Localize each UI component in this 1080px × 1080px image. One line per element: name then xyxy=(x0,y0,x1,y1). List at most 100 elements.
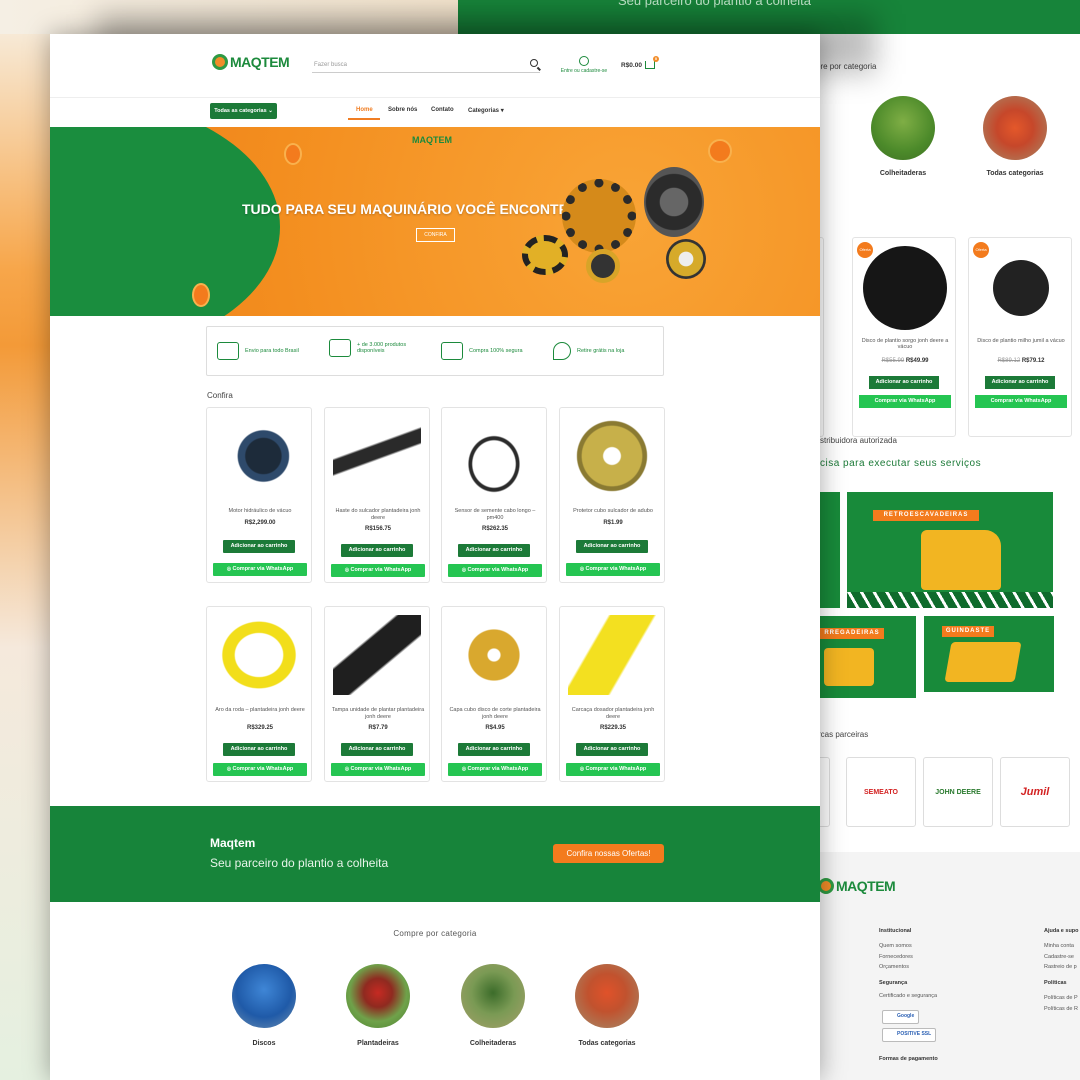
whatsapp-buy-button[interactable]: Comprar via WhatsApp xyxy=(331,564,425,577)
nav-home[interactable]: Home xyxy=(356,107,373,113)
add-to-cart-button[interactable]: Adicionar ao carrinho xyxy=(223,540,295,553)
decor-chip xyxy=(284,143,302,165)
back-offer-card[interactable]: Oferta Disco de plantio sorgo jonh deere… xyxy=(852,237,956,437)
category-todas[interactable]: Todas categorias xyxy=(567,964,647,1047)
whatsapp-buy-button[interactable]: Comprar via WhatsApp xyxy=(975,395,1067,408)
backhoe-image xyxy=(921,530,1001,590)
product-image[interactable] xyxy=(333,615,421,695)
product-name[interactable]: Sensor de semente cabo longo – pm400 xyxy=(448,508,542,522)
add-to-cart-button[interactable]: Adicionar ao carrinho xyxy=(576,540,648,553)
whatsapp-buy-button[interactable]: Comprar via WhatsApp xyxy=(331,763,425,776)
add-to-cart-button[interactable]: Adicionar ao carrinho xyxy=(341,544,413,557)
hero-green-shape xyxy=(50,127,280,316)
site-logo[interactable]: MAQTEM xyxy=(212,54,290,70)
footer-links-institucional[interactable]: Quem somos Fornecedores Orçamentos xyxy=(879,941,913,973)
cart-total: R$0.00 xyxy=(621,61,642,69)
product-image[interactable] xyxy=(568,416,656,496)
product-card[interactable]: Haste do sulcador plantadeira jonh deere… xyxy=(324,407,430,583)
add-to-cart-button[interactable]: Adicionar ao carrinho xyxy=(458,743,530,756)
add-to-cart-button[interactable]: Adicionar ao carrinho xyxy=(985,376,1055,389)
search-input[interactable]: Fazer busca xyxy=(312,59,540,73)
search-icon[interactable] xyxy=(530,59,538,67)
discos-image xyxy=(232,964,296,1028)
all-categories-button[interactable]: Todas as categorias ⌄ xyxy=(210,103,277,119)
feature-secure: Compra 100% segura xyxy=(441,342,523,360)
brand-jumil[interactable]: Jumil xyxy=(1000,757,1070,827)
gear-part xyxy=(522,235,568,275)
product-card[interactable]: Protetor cubo sulcador de adubo R$1.99 Adi… xyxy=(559,407,665,583)
product-image[interactable] xyxy=(568,615,656,695)
product-card[interactable]: Capa cubo disco de corte plantadeira jon… xyxy=(441,606,547,782)
product-name[interactable]: Capa cubo disco de corte plantadeira jon… xyxy=(448,707,542,721)
product-image[interactable] xyxy=(215,416,303,496)
brand-semeato[interactable]: SEMEATO xyxy=(846,757,916,827)
promo-title: Maqtem xyxy=(210,836,256,850)
footer-link[interactable]: Políticas de R xyxy=(1044,1004,1078,1015)
promo-band: Maqtem Seu parceiro do plantio a colheit… xyxy=(50,806,820,902)
footer-link[interactable]: Orçamentos xyxy=(879,962,913,973)
product-image[interactable] xyxy=(215,615,303,695)
product-name[interactable]: Carcaça dosador plantadeira jonh deere xyxy=(566,707,660,721)
footer-link[interactable]: Quem somos xyxy=(879,941,913,952)
seed-disc-image xyxy=(993,260,1049,316)
product-name[interactable]: Protetor cubo sulcador de adubo xyxy=(566,508,660,515)
banner-guindaste[interactable]: GUINDASTE xyxy=(924,616,1054,692)
footer-link[interactable]: Políticas de P xyxy=(1044,993,1078,1004)
product-card[interactable]: Aro da roda – plantadeira jonh deere R$32… xyxy=(206,606,312,782)
whatsapp-buy-button[interactable]: Comprar via WhatsApp xyxy=(213,763,307,776)
whatsapp-buy-button[interactable]: Comprar via WhatsApp xyxy=(566,563,660,576)
whatsapp-buy-button[interactable]: Comprar via WhatsApp xyxy=(448,564,542,577)
nav-sobre[interactable]: Sobre nós xyxy=(388,107,417,113)
product-image[interactable] xyxy=(333,416,421,496)
footer-link[interactable]: Minha conta xyxy=(1044,941,1077,952)
product-price: R$89.12 R$79.12 xyxy=(973,358,1069,364)
product-name[interactable]: Tampa unidade de plantar plantadeira jon… xyxy=(331,707,425,721)
product-name[interactable]: Motor hidráulico de vácuo xyxy=(213,508,307,515)
offers-button[interactable]: Confira nossas Ofertas! xyxy=(553,844,664,863)
product-card[interactable]: Sensor de semente cabo longo – pm400 R$26… xyxy=(441,407,547,583)
brand-john-deere[interactable]: JOHN DEERE xyxy=(923,757,993,827)
back-category-todas[interactable]: Todas categorias xyxy=(970,96,1060,177)
whatsapp-buy-button[interactable]: Comprar via WhatsApp xyxy=(448,763,542,776)
footer-links-ajuda[interactable]: Minha conta Cadastre-se Rastreio de p xyxy=(1044,941,1077,973)
add-to-cart-button[interactable]: Adicionar ao carrinho xyxy=(458,544,530,557)
cart-button[interactable]: R$0.00 0 xyxy=(621,56,659,69)
back-offer-card[interactable]: Oferta Disco de plantio milho jumil a vá… xyxy=(968,237,1072,437)
whatsapp-buy-button[interactable]: Comprar via WhatsApp xyxy=(566,763,660,776)
add-to-cart-button[interactable]: Adicionar ao carrinho xyxy=(341,743,413,756)
back-category-colheitaderas[interactable]: Colheitaderas xyxy=(858,96,948,177)
product-image[interactable] xyxy=(450,615,538,695)
hero-cta-button[interactable]: CONFIRA xyxy=(416,228,455,242)
footer-link[interactable]: Rastreio de p xyxy=(1044,962,1077,973)
add-to-cart-button[interactable]: Adicionar ao carrinho xyxy=(576,743,648,756)
product-card[interactable]: Carcaça dosador plantadeira jonh deere R$… xyxy=(559,606,665,782)
product-name[interactable]: Aro da roda – plantadeira jonh deere xyxy=(213,707,307,714)
product-card[interactable]: Motor hidráulico de vácuo R$2,299.00 Adici… xyxy=(206,407,312,583)
todas-categorias-image xyxy=(575,964,639,1028)
footer-link[interactable]: Fornecedores xyxy=(879,952,913,963)
category-plantadeiras[interactable]: Plantadeiras xyxy=(338,964,418,1047)
product-card[interactable]: Tampa unidade de plantar plantadeira jon… xyxy=(324,606,430,782)
whatsapp-buy-button[interactable]: Comprar via WhatsApp xyxy=(859,395,951,408)
add-to-cart-button[interactable]: Adicionar ao carrinho xyxy=(869,376,939,389)
hero-banner[interactable]: MAQTEM TUDO PARA SEU MAQUINÁRIO VOCÊ ENC… xyxy=(50,127,820,316)
footer-links-politicas[interactable]: Políticas de P Políticas de R xyxy=(1044,993,1078,1014)
add-to-cart-button[interactable]: Adicionar ao carrinho xyxy=(223,743,295,756)
old-price: R$55.99 xyxy=(881,358,905,364)
footer-heading-seguranca: Segurança xyxy=(879,980,908,986)
category-colheitaderas[interactable]: Colheitaderas xyxy=(453,964,533,1047)
product-price: R$1.99 xyxy=(603,520,623,526)
footer-link[interactable]: Cadastre-se xyxy=(1044,952,1077,963)
account-link[interactable]: Entre ou cadastre-se xyxy=(556,56,612,74)
product-image[interactable] xyxy=(450,416,538,496)
crane-image xyxy=(944,642,1022,682)
banner-retroescavadeiras[interactable]: RETROESCAVADEIRAS xyxy=(847,492,1053,608)
logo-text: MAQTEM xyxy=(230,54,290,70)
product-name[interactable]: Haste do sulcador plantadeira jonh deere xyxy=(331,508,425,522)
machine-image xyxy=(983,96,1047,160)
nav-contato[interactable]: Contato xyxy=(431,107,454,113)
product-name: Disco de plantio sorgo jonh deere a vácu… xyxy=(861,338,949,350)
whatsapp-buy-button[interactable]: Comprar via WhatsApp xyxy=(213,563,307,576)
nav-categorias[interactable]: Categorias ▾ xyxy=(468,107,504,114)
category-discos[interactable]: Discos xyxy=(224,964,304,1047)
